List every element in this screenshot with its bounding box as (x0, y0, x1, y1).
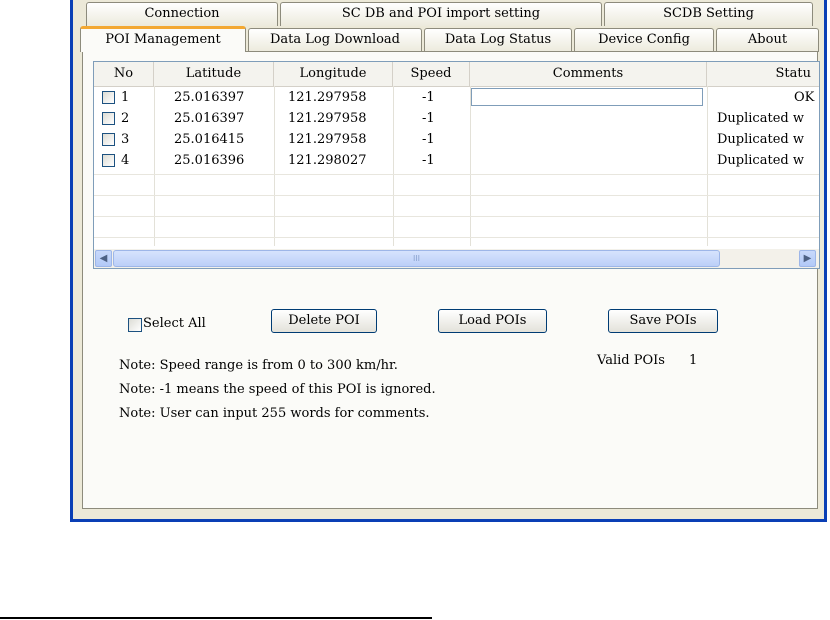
tab-data-log-download[interactable]: Data Log Download (248, 28, 422, 52)
cell-latitude: 25.016397 (174, 111, 245, 126)
scrollbar-thumb[interactable]: III (113, 250, 720, 267)
cell-longitude: 121.297958 (288, 90, 367, 105)
table-row[interactable]: 1 25.016397 121.297958 -1 OK (94, 87, 819, 108)
col-header-latitude[interactable]: Latitude (154, 62, 274, 86)
cell-longitude: 121.298027 (288, 153, 367, 168)
grid-line (94, 216, 819, 217)
cell-status: Duplicated w (717, 111, 804, 126)
note-comments-limit: Note: User can input 255 words for comme… (119, 406, 430, 421)
cell-speed: -1 (422, 153, 435, 168)
col-header-speed[interactable]: Speed (393, 62, 470, 86)
valid-pois-count: 1 (689, 353, 698, 368)
col-header-no[interactable]: No (94, 62, 154, 86)
tab-row-bottom: POI Management Data Log Download Data Lo… (80, 26, 820, 52)
scroll-left-arrow-icon[interactable]: ◀ (95, 250, 112, 267)
table-row[interactable]: 4 25.016396 121.298027 -1 Duplicated w (94, 150, 819, 171)
poi-table[interactable]: No Latitude Longitude Speed Comments Sta… (93, 61, 820, 269)
cell-latitude: 25.016397 (174, 90, 245, 105)
table-row[interactable]: 2 25.016397 121.297958 -1 Duplicated w (94, 108, 819, 129)
horizontal-scrollbar[interactable]: ◀ III ▶ (94, 249, 819, 268)
valid-pois-label: Valid POIs (597, 353, 665, 368)
note-speed-ignored: Note: -1 means the speed of this POI is … (119, 382, 436, 397)
tab-device-config[interactable]: Device Config (574, 28, 714, 52)
tab-row-top: Connection SC DB and POI import setting … (86, 2, 826, 26)
grid-line (94, 237, 819, 238)
tab-data-log-status[interactable]: Data Log Status (424, 28, 572, 52)
cell-no: 2 (121, 111, 130, 126)
tab-sc-db-poi-import[interactable]: SC DB and POI import setting (280, 2, 602, 26)
row-checkbox[interactable] (102, 133, 115, 146)
cell-speed: -1 (422, 132, 435, 147)
select-all-checkbox[interactable] (128, 318, 142, 332)
save-pois-button[interactable]: Save POIs (608, 309, 718, 333)
tab-about[interactable]: About (716, 28, 819, 52)
col-header-comments[interactable]: Comments (470, 62, 707, 86)
scroll-right-arrow-icon[interactable]: ▶ (799, 250, 816, 267)
row-checkbox[interactable] (102, 91, 115, 104)
row-checkbox[interactable] (102, 112, 115, 125)
cell-no: 1 (121, 90, 130, 105)
cell-no: 4 (121, 153, 130, 168)
cell-latitude: 25.016396 (174, 153, 245, 168)
table-row[interactable]: 3 25.016415 121.297958 -1 Duplicated w (94, 129, 819, 150)
grid-line (94, 174, 819, 175)
cell-longitude: 121.297958 (288, 132, 367, 147)
delete-poi-button[interactable]: Delete POI (271, 309, 377, 333)
divider-line (0, 617, 432, 619)
note-speed-range: Note: Speed range is from 0 to 300 km/hr… (119, 358, 398, 373)
tab-connection[interactable]: Connection (86, 2, 278, 26)
grid-line (94, 195, 819, 196)
cell-longitude: 121.297958 (288, 111, 367, 126)
cell-latitude: 25.016415 (174, 132, 245, 147)
row-checkbox[interactable] (102, 154, 115, 167)
table-header: No Latitude Longitude Speed Comments Sta… (94, 62, 819, 87)
cell-no: 3 (121, 132, 130, 147)
comment-input[interactable] (471, 88, 703, 106)
cell-status: OK (794, 90, 815, 105)
cell-status: Duplicated w (717, 132, 804, 147)
load-pois-button[interactable]: Load POIs (438, 309, 547, 333)
select-all-label[interactable]: Select All (143, 316, 206, 331)
tab-poi-management[interactable]: POI Management (80, 26, 246, 52)
cell-speed: -1 (422, 90, 435, 105)
tab-scdb-setting[interactable]: SCDB Setting (604, 2, 813, 26)
poi-management-panel: No Latitude Longitude Speed Comments Sta… (82, 51, 820, 509)
app-window: Connection SC DB and POI import setting … (70, 0, 827, 522)
col-header-status[interactable]: Statu (707, 62, 819, 86)
col-header-longitude[interactable]: Longitude (274, 62, 393, 86)
cell-speed: -1 (422, 111, 435, 126)
cell-status: Duplicated w (717, 153, 804, 168)
